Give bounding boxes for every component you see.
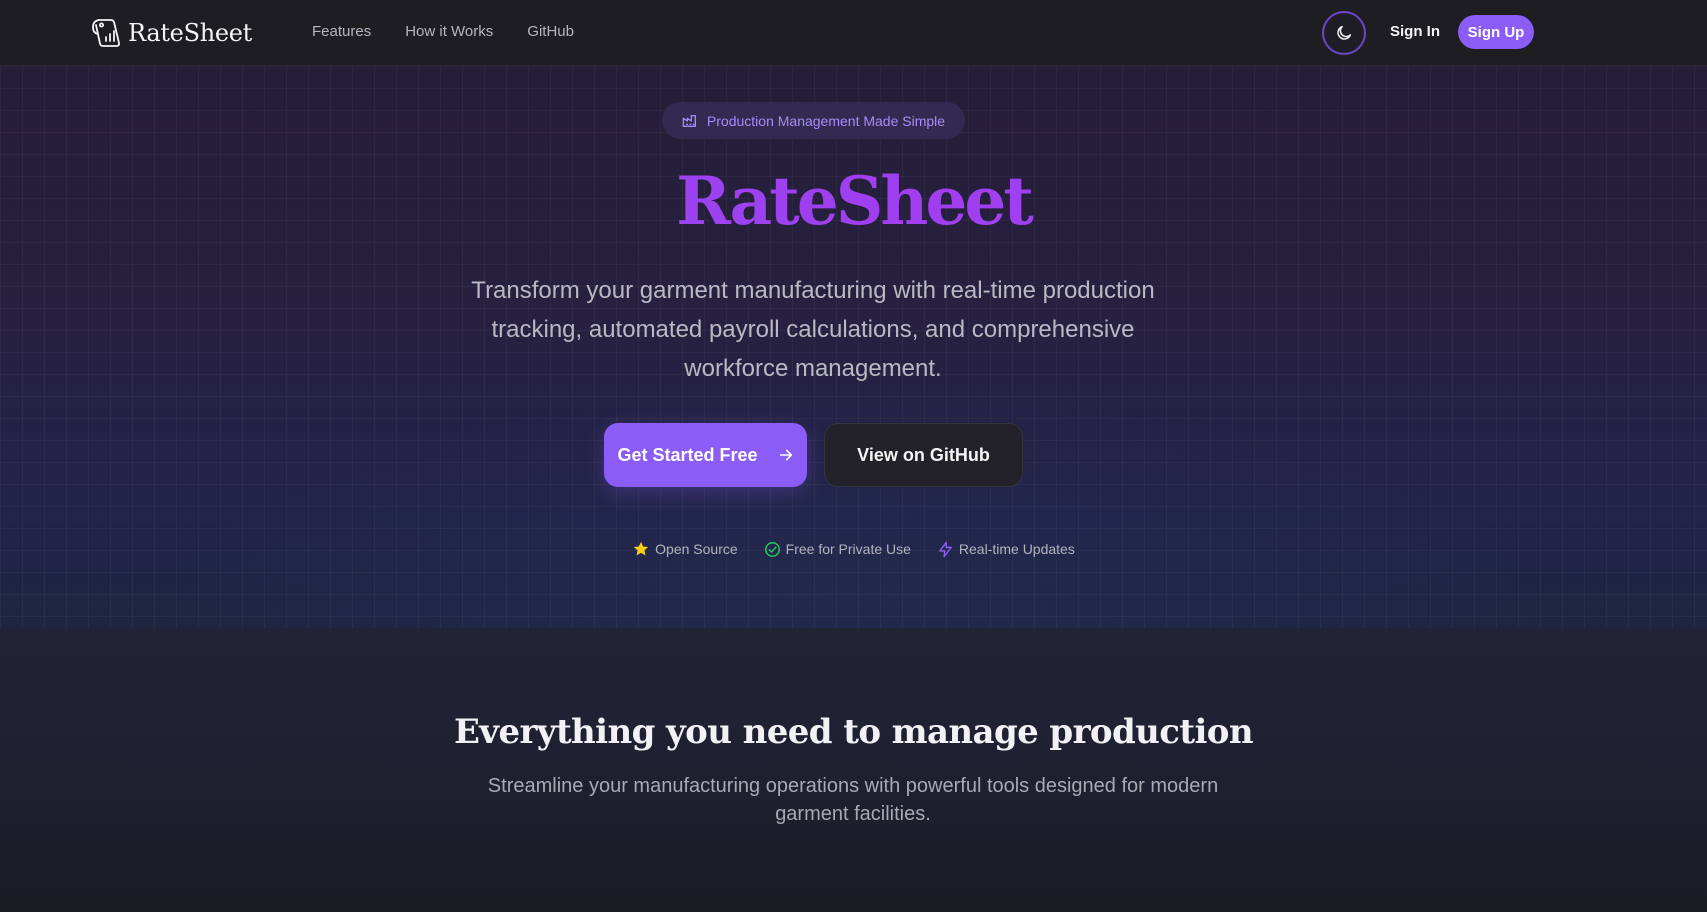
- badge-open-source-label: Open Source: [655, 541, 738, 557]
- get-started-label: Get Started Free: [617, 444, 758, 465]
- sign-up-button[interactable]: Sign Up: [1458, 15, 1534, 49]
- hero-section: Production Management Made Simple RateSh…: [0, 66, 1707, 628]
- brand-name: RateSheet: [128, 19, 253, 47]
- badge-real-time-updates: Real-time Updates: [937, 540, 1075, 558]
- get-started-button[interactable]: Get Started Free: [604, 423, 807, 487]
- hero-tagline-text: Production Management Made Simple: [706, 112, 946, 129]
- brand-logo-link[interactable]: RateSheet: [90, 16, 252, 50]
- star-icon: [634, 541, 649, 556]
- moon-icon: [1337, 25, 1352, 40]
- lightning-icon: [939, 541, 952, 557]
- badge-free-private-use-label: Free for Private Use: [785, 541, 911, 557]
- badge-real-time-updates-label: Real-time Updates: [958, 541, 1075, 557]
- features-subtitle: Streamline your manufacturing operations…: [487, 775, 1219, 825]
- hero-title: RateSheet: [0, 162, 1707, 240]
- hero-subtitle: Transform your garment manufacturing wit…: [471, 277, 1155, 382]
- nav-link-github[interactable]: GitHub: [527, 23, 574, 40]
- features-section: Everything you need to manage production…: [0, 628, 1707, 912]
- badge-free-private-use: Free for Private Use: [764, 540, 911, 558]
- tag-chart-icon: [92, 19, 120, 47]
- nav-links: Features How it Works GitHub: [312, 23, 574, 40]
- arrow-right-icon: [779, 449, 792, 461]
- theme-toggle-button[interactable]: [1322, 11, 1366, 55]
- check-circle-icon: [764, 541, 780, 557]
- view-on-github-label: View on GitHub: [857, 444, 990, 465]
- features-title: Everything you need to manage production: [453, 712, 1254, 752]
- factory-icon: [682, 114, 696, 127]
- nav-link-features[interactable]: Features: [312, 23, 371, 40]
- nav-link-how-it-works[interactable]: How it Works: [405, 23, 493, 40]
- hero-badges: Open Source Free for Private Use Real-ti…: [0, 540, 1707, 558]
- hero-tagline-pill: Production Management Made Simple: [662, 102, 965, 139]
- top-navigation: RateSheet Features How it Works GitHub S…: [0, 0, 1707, 66]
- sign-in-button[interactable]: Sign In: [1390, 23, 1440, 40]
- badge-open-source: Open Source: [632, 540, 738, 558]
- view-on-github-button[interactable]: View on GitHub: [824, 423, 1023, 487]
